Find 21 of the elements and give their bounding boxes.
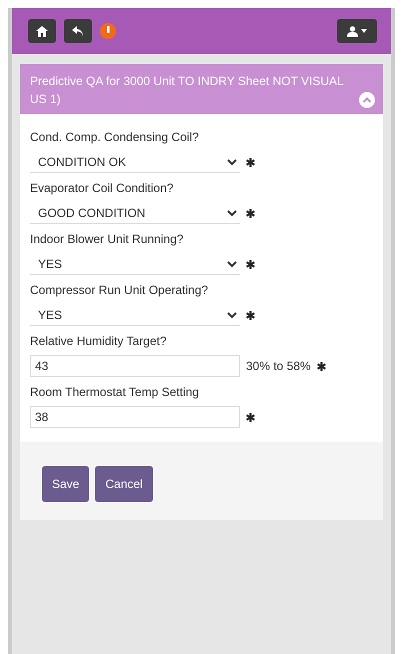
- back-button[interactable]: [64, 19, 92, 43]
- home-button[interactable]: [28, 19, 56, 43]
- field-label: Cond. Comp. Condensing Coil?: [30, 129, 200, 146]
- reply-icon: [72, 26, 84, 36]
- action-button[interactable]: Save: [42, 466, 90, 502]
- input-field[interactable]: 43: [30, 355, 240, 377]
- input-field[interactable]: 38: [30, 406, 240, 428]
- user-icon: [347, 26, 358, 36]
- field-label: Room Thermostat Temp Setting: [30, 384, 200, 401]
- hint-text: 30% to 58%: [246, 358, 311, 375]
- notification-icon[interactable]: [100, 23, 116, 39]
- field-label: Compressor Run Unit Operating?: [30, 282, 210, 299]
- field-label: Evaporator Coil Condition?: [30, 180, 174, 197]
- home-icon: [36, 26, 48, 36]
- caret-icon: [361, 29, 367, 33]
- action-button[interactable]: Cancel: [95, 466, 153, 502]
- collapse-toggle-icon[interactable]: [359, 92, 375, 108]
- user-menu-button[interactable]: [337, 19, 377, 43]
- panel-title: Predictive QA for 3000 Unit TO INDRY Sheet NOT VISUAL US 1): [30, 73, 344, 108]
- field-label: Relative Humidity Target?: [30, 333, 168, 350]
- field-label: Indoor Blower Unit Running?: [30, 231, 184, 248]
